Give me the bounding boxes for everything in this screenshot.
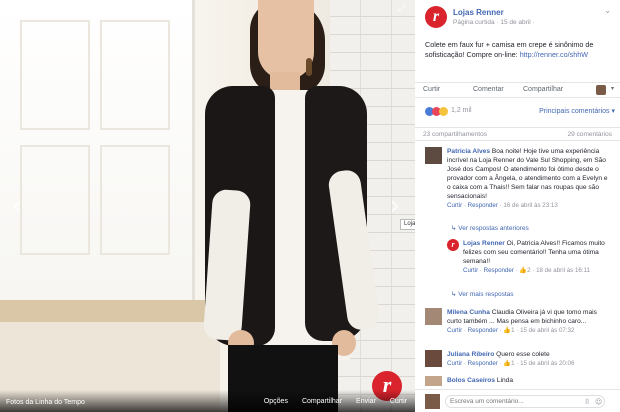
- avatar[interactable]: [425, 376, 442, 386]
- chevron-down-icon[interactable]: ⌄: [604, 6, 611, 15]
- comments-filter[interactable]: Principais comentários ▾: [539, 107, 615, 115]
- comment-like-button[interactable]: Curtir: [447, 202, 462, 209]
- like-post-button[interactable]: Curtir: [423, 86, 440, 93]
- avatar[interactable]: [425, 350, 442, 367]
- comment-date[interactable]: 16 de abril às 23:13: [503, 202, 557, 209]
- avatar[interactable]: [596, 85, 606, 95]
- chevron-left-icon[interactable]: ‹: [8, 192, 26, 220]
- commenter-name[interactable]: Milena Cunha: [447, 309, 490, 316]
- post-text: Colete em faux fur + camisa em crepe é s…: [425, 40, 613, 60]
- post-link[interactable]: http://renner.co/shhW: [520, 50, 588, 59]
- avatar[interactable]: [425, 308, 442, 325]
- view-previous-replies[interactable]: ↳ Ver respostas anteriores: [451, 224, 529, 232]
- comment-likes[interactable]: 1: [511, 360, 514, 367]
- share-post-button[interactable]: Compartilhar: [523, 86, 563, 93]
- comment-reply-button[interactable]: Responder: [484, 267, 514, 274]
- window-pane: [20, 20, 90, 130]
- comment-input[interactable]: [445, 395, 605, 408]
- expand-icon[interactable]: ⤢: [398, 4, 408, 14]
- page-logo-small[interactable]: r: [447, 239, 459, 251]
- comment-meta: Curtir · Responder · 👍1 · 15 de abril às…: [447, 360, 575, 367]
- engagement-counts: 23 compartilhamentos 29 comentários: [415, 127, 620, 141]
- post-header: r Lojas Renner Página curtida · 15 de ab…: [425, 6, 615, 32]
- wow-reaction-icon: [439, 107, 448, 116]
- comment-like-button[interactable]: Curtir: [447, 327, 462, 334]
- comment-body: Lojas Renner Oi, Patricia Alves!! Ficamo…: [463, 239, 613, 275]
- reactions-summary[interactable]: 1,2 mil Principais comentários ▾: [425, 107, 615, 119]
- comment-date[interactable]: 15 de abril às 20:06: [520, 360, 574, 367]
- comment-meta: Curtir · Responder · 👍2 · 18 de abril às…: [463, 267, 590, 274]
- comment-meta: Curtir · Responder · 16 de abril às 23:1…: [447, 202, 558, 209]
- comment-body: Bolos Caseiros Linda: [447, 376, 613, 385]
- comment-post-button[interactable]: Comentar: [473, 86, 504, 93]
- window-pane: [100, 145, 170, 255]
- send-button[interactable]: Enviar: [356, 398, 376, 405]
- comment-date[interactable]: 15 de abril às 07:32: [520, 327, 574, 334]
- comment-body: Juliana Ribeiro Quero esse colete Curtir…: [447, 350, 613, 368]
- comment-likes[interactable]: 1: [511, 327, 514, 334]
- page-logo[interactable]: r: [425, 6, 447, 28]
- comment-reply-button[interactable]: Responder: [468, 360, 498, 367]
- comment-reply-button[interactable]: Responder: [468, 327, 498, 334]
- window-backdrop: [0, 0, 195, 300]
- options-button[interactable]: Opções: [264, 398, 288, 405]
- photo-viewer[interactable]: ⤢ ‹ › Lojas... r Fotos da Linha do Tempo…: [0, 0, 415, 412]
- thumbs-up-icon: 👍: [503, 327, 512, 334]
- camera-icon[interactable]: ⌷: [585, 398, 589, 407]
- wooden-shelf: [0, 300, 220, 322]
- comment-text: Boa noite! Hoje tive uma experiência inc…: [447, 148, 608, 200]
- comment-likes[interactable]: 2: [527, 267, 530, 274]
- reactions-count[interactable]: 1,2 mil: [451, 107, 472, 114]
- commenter-name[interactable]: Lojas Renner: [463, 240, 505, 247]
- replies-link-text[interactable]: Ver mais respostas: [458, 291, 513, 298]
- share-button[interactable]: Compartilhar: [302, 398, 342, 405]
- commenter-name[interactable]: Bolos Caseiros: [447, 377, 495, 384]
- window-pane: [100, 20, 170, 130]
- window-pane: [20, 145, 90, 255]
- avatar[interactable]: [425, 394, 440, 409]
- comment-like-button[interactable]: Curtir: [447, 360, 462, 367]
- comment-text: Quero esse colete: [496, 351, 550, 358]
- comment-body: Milena Cunha Claudia Oliveira já vi que …: [447, 308, 613, 335]
- thumbs-up-icon: 👍: [519, 267, 528, 274]
- thumbs-up-icon: 👍: [503, 360, 512, 367]
- photo-tag-label[interactable]: Lojas...: [400, 219, 415, 230]
- chevron-right-icon[interactable]: ›: [386, 192, 404, 220]
- avatar[interactable]: [425, 147, 442, 164]
- viewer-bottom-bar: Fotos da Linha do Tempo Opções Compartil…: [0, 390, 415, 412]
- commenter-name[interactable]: Juliana Ribeiro: [447, 351, 494, 358]
- comment-meta: Curtir · Responder · 👍1 · 15 de abril às…: [447, 327, 575, 334]
- comment-like-button[interactable]: Curtir: [463, 267, 478, 274]
- replies-link-text[interactable]: Ver respostas anteriores: [458, 225, 528, 232]
- album-title[interactable]: Fotos da Linha do Tempo: [6, 399, 85, 406]
- post-meta: Página curtida · 15 de abril ·: [453, 19, 535, 26]
- post-panel: r Lojas Renner Página curtida · 15 de ab…: [415, 0, 620, 412]
- comments-count[interactable]: 29 comentários: [568, 131, 612, 138]
- post-action-row: Curtir Comentar Compartilhar ▾: [415, 82, 620, 98]
- comment-body: Patricia Alves Boa noite! Hoje tive uma …: [447, 147, 613, 210]
- page-name[interactable]: Lojas Renner: [453, 8, 504, 17]
- emoji-icon[interactable]: ☺: [595, 398, 602, 406]
- comment-reply-button[interactable]: Responder: [468, 202, 498, 209]
- like-button[interactable]: Curtir: [390, 398, 407, 405]
- comment-composer: ⌷ ☺: [415, 389, 620, 412]
- viewer-actions: Opções Compartilhar Enviar Curtir: [264, 398, 407, 405]
- comment-date[interactable]: 18 de abril às 16:11: [536, 267, 590, 274]
- caret-down-icon[interactable]: ▾: [611, 85, 614, 92]
- shares-count[interactable]: 23 compartilhamentos: [423, 131, 487, 138]
- commenter-name[interactable]: Patricia Alves: [447, 148, 490, 155]
- comment-text: Linda: [496, 377, 513, 384]
- view-more-replies[interactable]: ↳ Ver mais respostas: [451, 290, 514, 298]
- earring: [306, 58, 312, 76]
